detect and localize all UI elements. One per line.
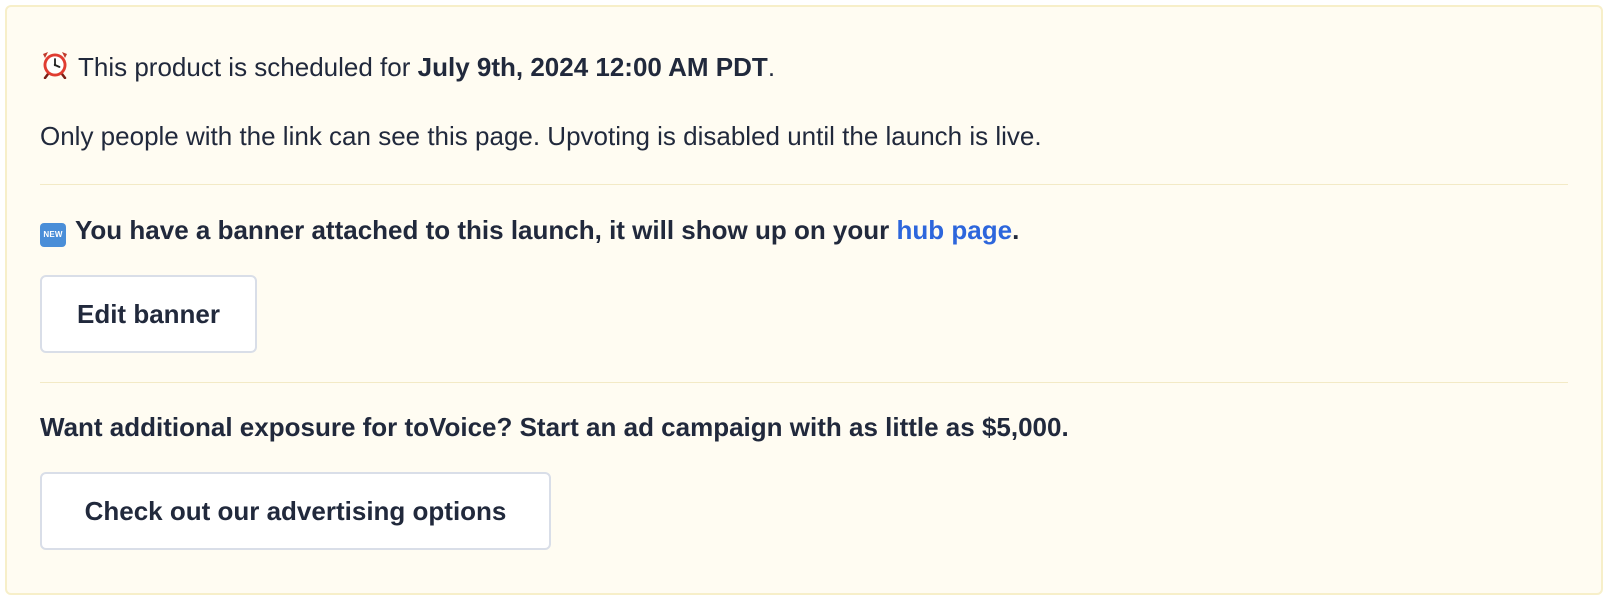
divider [40, 184, 1568, 185]
promo-text: Want additional exposure for toVoice? St… [40, 412, 1069, 442]
schedule-suffix: . [767, 52, 776, 82]
advertising-options-button[interactable]: Check out our advertising options [40, 472, 551, 550]
visibility-note: Only people with the link can see this p… [40, 121, 1042, 151]
divider [40, 382, 1568, 383]
schedule-date: July 9th, 2024 12:00 AM PDT [417, 52, 768, 82]
alarm-clock-icon [40, 49, 70, 86]
banner-notice: NEW You have a banner attached to this la… [40, 214, 1568, 247]
schedule-prefix: This product is scheduled for [78, 52, 418, 82]
banner-text: You have a banner attached to this launc… [75, 215, 897, 245]
banner-suffix: . [1012, 215, 1020, 245]
new-badge-icon: NEW [40, 223, 66, 247]
launch-status-panel: This product is scheduled for July 9th, … [5, 5, 1603, 595]
edit-banner-button[interactable]: Edit banner [40, 275, 257, 353]
schedule-line: This product is scheduled for July 9th, … [40, 49, 1568, 86]
hub-page-link[interactable]: hub page [897, 215, 1013, 245]
